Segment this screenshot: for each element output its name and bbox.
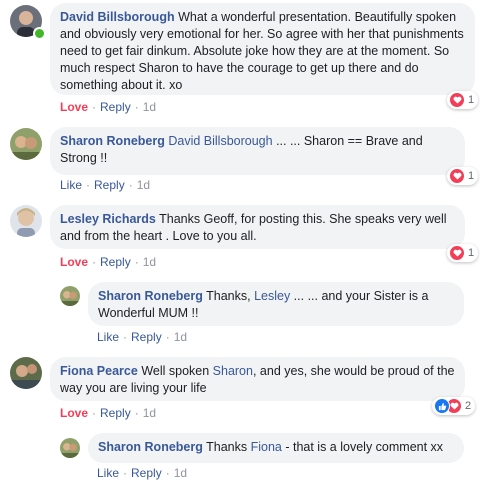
comment-time[interactable]: 1d	[137, 178, 150, 192]
reply-button[interactable]: Reply	[94, 178, 125, 192]
separator: ·	[134, 100, 139, 114]
comment-david: David Billsborough What a wonderful pres…	[0, 0, 480, 120]
comment-author[interactable]: Sharon Roneberg	[98, 440, 203, 454]
online-status-icon	[33, 27, 46, 40]
reaction-summary[interactable]: 2	[432, 397, 476, 415]
comment-author[interactable]: Sharon Roneberg	[98, 289, 203, 303]
comment-time[interactable]: 1d	[174, 330, 187, 344]
reaction-count: 1	[468, 247, 475, 259]
comment-text: - that is a lovely comment xx	[281, 440, 444, 454]
comment-mention[interactable]: Fiona	[251, 440, 282, 454]
reply-button[interactable]: Reply	[100, 255, 131, 269]
separator: ·	[134, 255, 139, 269]
separator: ·	[86, 178, 91, 192]
comment-fiona: Fiona Pearce Well spoken Sharon, and yes…	[0, 354, 480, 424]
reply-sharon-2: Sharon Roneberg Thanks Fiona - that is a…	[0, 430, 480, 490]
comment-mention[interactable]: Sharon	[213, 364, 253, 378]
comment-text: Thanks,	[206, 289, 255, 303]
comment-bubble: Sharon Roneberg David Billsborough ... .…	[50, 127, 465, 175]
avatar[interactable]	[60, 438, 80, 458]
avatar-lesley-image	[10, 205, 42, 237]
comment-mention[interactable]: Lesley	[254, 289, 290, 303]
like-button[interactable]: Like	[60, 178, 82, 192]
comment-bubble: David Billsborough What a wonderful pres…	[50, 3, 475, 95]
avatar-sharon-image	[60, 286, 80, 306]
reaction-count: 2	[465, 400, 472, 412]
separator: ·	[123, 330, 128, 344]
comment-time[interactable]: 1d	[174, 466, 187, 480]
reaction-count: 1	[468, 94, 475, 106]
comment-author[interactable]: David Billsborough	[60, 10, 175, 24]
avatar[interactable]	[60, 286, 80, 306]
heart-reaction-icon	[449, 245, 465, 261]
comment-text: Thanks	[206, 440, 251, 454]
reply-button[interactable]: Reply	[131, 466, 162, 480]
separator: ·	[92, 255, 97, 269]
comment-text: Well spoken	[141, 364, 213, 378]
separator: ·	[128, 178, 133, 192]
like-button[interactable]: Like	[97, 466, 119, 480]
avatar[interactable]	[10, 357, 42, 389]
like-reaction-icon	[434, 398, 450, 414]
comment-bubble: Sharon Roneberg Thanks Fiona - that is a…	[88, 433, 464, 463]
comment-actions: Love · Reply · 1d	[60, 406, 156, 420]
comment-author[interactable]: Fiona Pearce	[60, 364, 138, 378]
avatar-sharon-image	[10, 128, 42, 160]
comment-thread: David Billsborough What a wonderful pres…	[0, 0, 480, 492]
comment-actions: Like · Reply · 1d	[97, 330, 187, 344]
heart-reaction-icon	[449, 168, 465, 184]
love-button[interactable]: Love	[60, 255, 88, 269]
comment-actions: Love · Reply · 1d	[60, 255, 156, 269]
separator: ·	[134, 406, 139, 420]
reaction-summary[interactable]: 1	[447, 167, 479, 185]
comment-actions: Like · Reply · 1d	[60, 178, 150, 192]
comment-bubble: Lesley Richards Thanks Geoff, for postin…	[50, 205, 465, 249]
comment-sharon-1: Sharon Roneberg David Billsborough ... .…	[0, 125, 480, 195]
separator: ·	[92, 100, 97, 114]
separator: ·	[165, 466, 170, 480]
separator: ·	[165, 330, 170, 344]
avatar[interactable]	[10, 128, 42, 160]
comment-actions: Love · Reply · 1d	[60, 100, 156, 114]
reaction-summary[interactable]: 1	[447, 244, 479, 262]
comment-author[interactable]: Sharon Roneberg	[60, 134, 165, 148]
reply-button[interactable]: Reply	[100, 100, 131, 114]
comment-time[interactable]: 1d	[143, 100, 156, 114]
separator: ·	[123, 466, 128, 480]
reply-sharon-1: Sharon Roneberg Thanks, Lesley ... ... a…	[0, 280, 480, 350]
comment-author[interactable]: Lesley Richards	[60, 212, 156, 226]
love-button[interactable]: Love	[60, 406, 88, 420]
reaction-count: 1	[468, 170, 475, 182]
reply-button[interactable]: Reply	[131, 330, 162, 344]
reaction-summary[interactable]: 1	[447, 91, 479, 109]
heart-reaction-icon	[449, 92, 465, 108]
comment-time[interactable]: 1d	[143, 255, 156, 269]
avatar-sharon-image	[60, 438, 80, 458]
comment-bubble: Sharon Roneberg Thanks, Lesley ... ... a…	[88, 282, 464, 326]
avatar[interactable]	[10, 205, 42, 237]
comment-mention[interactable]: David Billsborough	[168, 134, 272, 148]
avatar-fiona-image	[10, 357, 42, 389]
comment-lesley: Lesley Richards Thanks Geoff, for postin…	[0, 202, 480, 272]
separator: ·	[92, 406, 97, 420]
reply-button[interactable]: Reply	[100, 406, 131, 420]
love-button[interactable]: Love	[60, 100, 88, 114]
comment-actions: Like · Reply · 1d	[97, 466, 187, 480]
comment-time[interactable]: 1d	[143, 406, 156, 420]
like-button[interactable]: Like	[97, 330, 119, 344]
comment-bubble: Fiona Pearce Well spoken Sharon, and yes…	[50, 357, 465, 401]
